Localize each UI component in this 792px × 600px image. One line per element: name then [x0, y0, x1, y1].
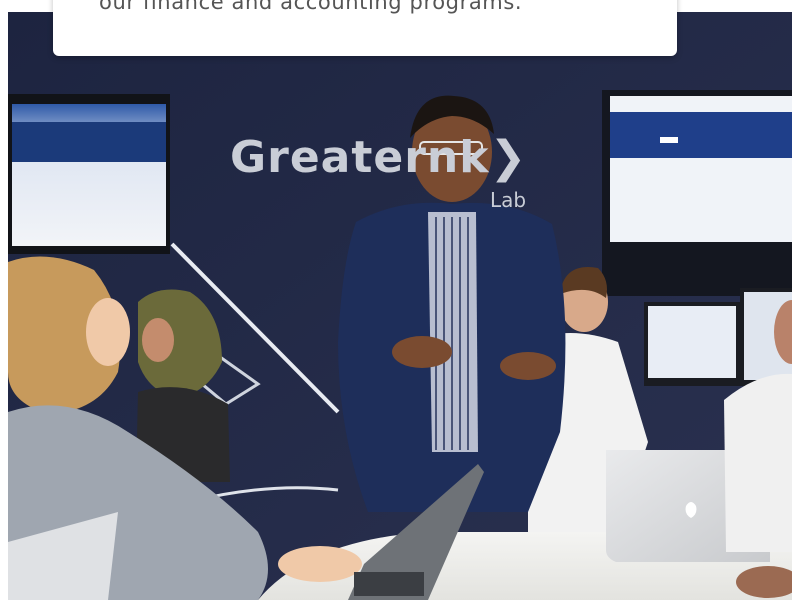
student-hijab-face — [142, 318, 174, 362]
right-woman-body — [724, 373, 792, 552]
wall-logo-sub: Lab — [490, 188, 527, 212]
left-monitor-banner — [12, 122, 166, 162]
wall-logo-suffix: k — [459, 132, 490, 183]
wall-logo-arrow-icon: ❯ — [489, 132, 528, 183]
wall-logo: Greaternk❯ — [230, 132, 527, 183]
teacher-right-hand — [500, 352, 556, 380]
photo-illustration — [8, 12, 792, 600]
desk-monitor-1-screen — [648, 306, 736, 378]
teacher-left-hand — [392, 336, 452, 368]
classroom-photo: Greaternk❯ Lab — [8, 12, 792, 600]
foreground-woman-face — [86, 298, 130, 366]
foreground-woman-hand — [278, 546, 362, 582]
laptop-keyboard — [354, 572, 424, 596]
caption-card: our finance and accounting programs. — [53, 0, 677, 56]
right-monitor-button — [660, 137, 678, 143]
caption-text: our finance and accounting programs. — [99, 0, 523, 14]
right-monitor-banner — [610, 112, 792, 158]
wall-logo-text: Greatern — [230, 132, 460, 183]
